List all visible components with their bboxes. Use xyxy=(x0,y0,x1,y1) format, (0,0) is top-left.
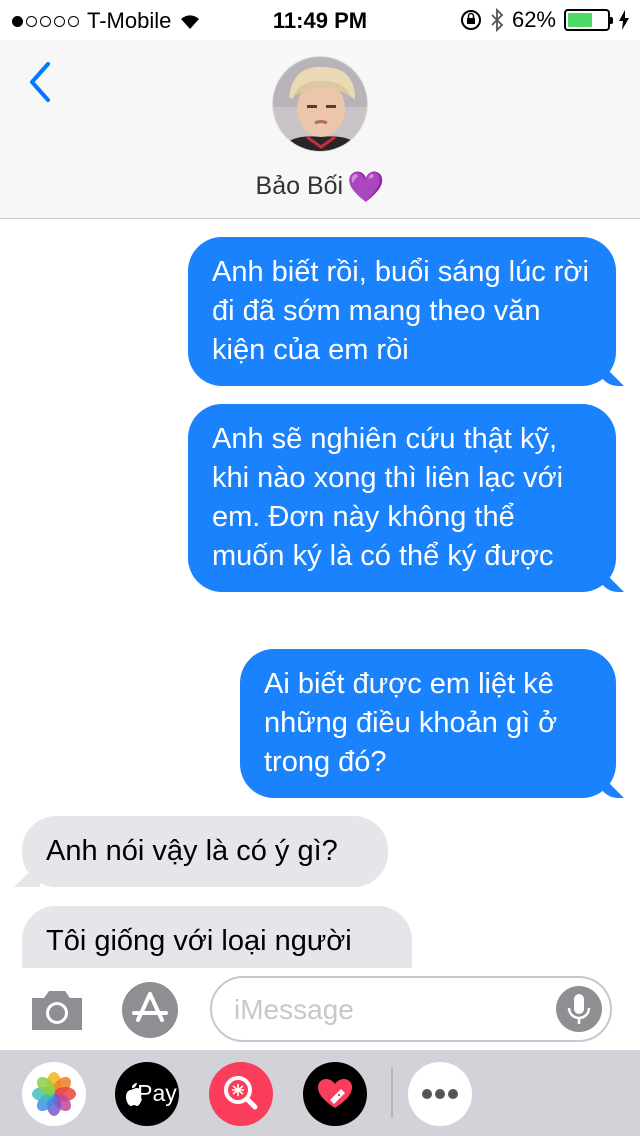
back-button[interactable] xyxy=(24,58,64,108)
outgoing-message[interactable]: Anh sẽ nghiên cứu thật kỹ, khi nào xong … xyxy=(188,404,616,592)
app-drawer: Pay xyxy=(0,1050,640,1136)
message-input[interactable] xyxy=(234,992,554,1028)
contact-avatar[interactable] xyxy=(272,56,368,152)
contact-name-text: Bảo Bối xyxy=(255,172,344,200)
imessage-field[interactable] xyxy=(210,976,612,1042)
bluetooth-icon xyxy=(491,8,504,32)
camera-icon[interactable] xyxy=(28,986,86,1034)
status-right: 62% xyxy=(460,7,630,33)
charging-bolt-icon xyxy=(619,10,629,30)
purple-heart-emoji: 💜 xyxy=(347,171,385,204)
incoming-message[interactable]: Anh nói vậy là có ý gì? xyxy=(22,816,388,887)
battery-level-fill xyxy=(568,13,592,27)
app-store-button[interactable] xyxy=(120,980,180,1040)
search-images-app-icon[interactable] xyxy=(209,1062,273,1126)
message-list: Anh biết rồi, buổi sáng lúc rời đi đã sớ… xyxy=(0,220,640,968)
microphone-icon[interactable] xyxy=(556,986,602,1032)
contact-name[interactable]: Bảo Bối 💜 xyxy=(0,170,640,205)
outgoing-message[interactable]: Ai biết được em liệt kê những điều khoản… xyxy=(240,649,616,798)
digital-touch-app-icon[interactable] xyxy=(303,1062,367,1126)
status-bar: T-Mobile 11:49 PM 62% xyxy=(0,0,640,40)
compose-bar xyxy=(0,968,640,1050)
orientation-lock-icon xyxy=(460,10,481,30)
battery-percent: 62% xyxy=(511,7,556,32)
apple-pay-app-icon[interactable]: Pay xyxy=(115,1062,179,1126)
conversation-header: Bảo Bối 💜 xyxy=(0,40,640,219)
app-store-icon[interactable] xyxy=(120,980,180,1040)
chevron-left-icon[interactable] xyxy=(24,58,64,108)
more-apps-icon[interactable] xyxy=(408,1062,472,1126)
battery-icon xyxy=(564,9,613,31)
drawer-divider xyxy=(391,1068,393,1118)
incoming-message[interactable]: Tôi giống với loại người xyxy=(22,906,412,968)
camera-button[interactable] xyxy=(28,986,86,1034)
apple-pay-label: Pay xyxy=(137,1080,177,1106)
microphone-button[interactable] xyxy=(556,986,602,1032)
photos-app-icon[interactable] xyxy=(22,1062,86,1126)
outgoing-message[interactable]: Anh biết rồi, buổi sáng lúc rời đi đã sớ… xyxy=(188,237,616,386)
